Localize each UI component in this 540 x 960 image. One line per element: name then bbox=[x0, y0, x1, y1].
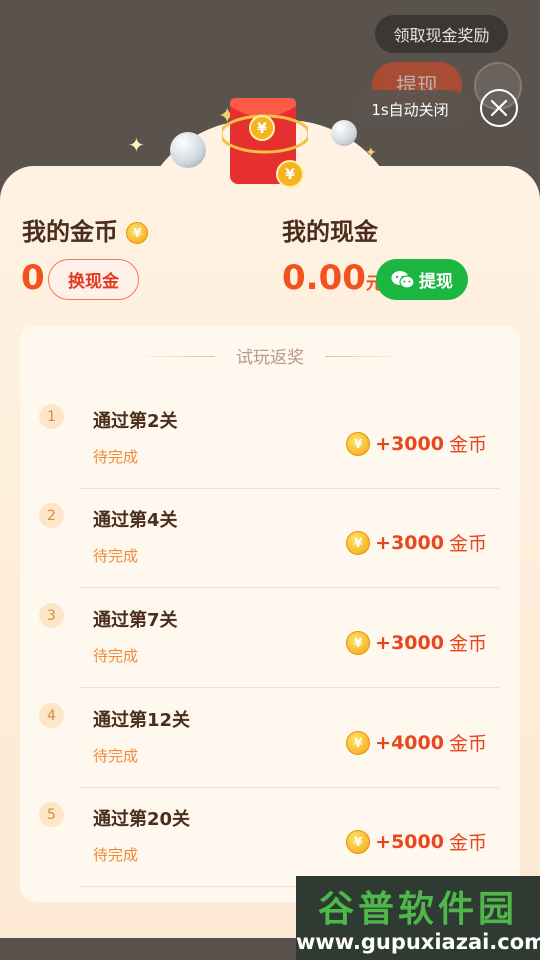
close-icon bbox=[490, 99, 508, 117]
task-row: 1 通过第2关 待完成 ¥ +3000 金币 bbox=[20, 390, 520, 489]
task-status: 待完成 bbox=[93, 547, 139, 565]
task-reward: ¥ +4000 金币 bbox=[346, 729, 487, 756]
task-index: 2 bbox=[39, 503, 64, 528]
close-button[interactable] bbox=[480, 89, 518, 127]
sparkle-icon: ✦ bbox=[128, 133, 145, 157]
task-row: 3 通过第7关 待完成 ¥ +3000 金币 bbox=[20, 589, 520, 688]
coin-icon: ¥ bbox=[346, 431, 371, 456]
exchange-cash-button[interactable]: 换现金 bbox=[48, 259, 139, 300]
reward-tooltip: 领取现金奖励 bbox=[375, 15, 508, 53]
task-card: 试玩返奖 1 通过第2关 待完成 ¥ +3000 金币 2 通过第4关 待完成 ¥… bbox=[20, 325, 520, 902]
task-reward: ¥ +3000 金币 bbox=[346, 529, 487, 556]
task-index: 1 bbox=[39, 404, 64, 429]
reward-unit: 金币 bbox=[448, 733, 487, 755]
task-title: 通过第12关 bbox=[93, 710, 191, 731]
task-title: 通过第20关 bbox=[93, 809, 191, 830]
task-title: 通过第2关 bbox=[93, 411, 178, 432]
coin-icon: ¥ bbox=[346, 530, 371, 555]
task-status: 待完成 bbox=[93, 747, 139, 765]
task-row: 4 通过第12关 待完成 ¥ +4000 金币 bbox=[20, 689, 520, 788]
reward-amount: +3000 bbox=[375, 432, 444, 455]
coins-label: 我的金币 ¥ bbox=[22, 212, 149, 247]
task-reward: ¥ +3000 金币 bbox=[346, 430, 487, 457]
reward-amount: +5000 bbox=[375, 830, 444, 853]
watermark-title: 谷普软件园 bbox=[317, 889, 518, 930]
task-reward: ¥ +5000 金币 bbox=[346, 828, 487, 855]
sparkle-icon: ✦ bbox=[365, 145, 377, 161]
task-card-title: 试玩返奖 bbox=[236, 348, 304, 368]
cash-amount: 0.00 bbox=[282, 258, 366, 298]
reward-unit: 金币 bbox=[448, 434, 487, 456]
task-reward: ¥ +3000 金币 bbox=[346, 629, 487, 656]
reward-amount: +4000 bbox=[375, 731, 444, 754]
reward-amount: +3000 bbox=[375, 631, 444, 654]
withdraw-label: 提现 bbox=[419, 272, 453, 292]
reward-unit: 金币 bbox=[448, 832, 487, 854]
row-divider bbox=[80, 687, 500, 688]
watermark-url: www.gupuxiazai.com bbox=[296, 930, 540, 954]
red-packet-icon: ¥ ¥ bbox=[222, 98, 308, 188]
task-status: 待完成 bbox=[93, 846, 139, 864]
withdraw-button[interactable]: 提现 bbox=[376, 259, 468, 300]
bubble-icon bbox=[331, 120, 357, 146]
reward-amount: +3000 bbox=[375, 531, 444, 554]
task-index: 5 bbox=[39, 802, 64, 827]
reward-unit: 金币 bbox=[448, 633, 487, 655]
task-title: 通过第4关 bbox=[93, 510, 178, 531]
task-index: 4 bbox=[39, 703, 64, 728]
task-index: 3 bbox=[39, 603, 64, 628]
task-row: 2 通过第4关 待完成 ¥ +3000 金币 bbox=[20, 489, 520, 588]
coins-value: 0 bbox=[21, 258, 45, 298]
auto-close-notice: 1s自动关闭 bbox=[352, 90, 468, 128]
task-row: 5 通过第20关 待完成 ¥ +5000 金币 bbox=[20, 788, 520, 887]
coin-icon: ¥ bbox=[126, 222, 149, 244]
svg-text:¥: ¥ bbox=[285, 167, 295, 183]
svg-text:¥: ¥ bbox=[257, 121, 267, 137]
task-title: 通过第7关 bbox=[93, 610, 178, 631]
coins-label-text: 我的金币 bbox=[22, 218, 118, 246]
wechat-icon bbox=[391, 270, 415, 289]
row-divider bbox=[80, 587, 500, 588]
cash-label: 我的现金 bbox=[282, 218, 378, 246]
coin-icon: ¥ bbox=[346, 730, 371, 755]
task-status: 待完成 bbox=[93, 448, 139, 466]
cash-value: 0.00元 bbox=[282, 258, 383, 298]
watermark: 谷普软件园 www.gupuxiazai.com bbox=[296, 876, 540, 960]
task-status: 待完成 bbox=[93, 647, 139, 665]
bubble-icon bbox=[170, 132, 206, 168]
reward-unit: 金币 bbox=[448, 533, 487, 555]
coin-icon: ¥ bbox=[346, 630, 371, 655]
coin-icon: ¥ bbox=[346, 829, 371, 854]
